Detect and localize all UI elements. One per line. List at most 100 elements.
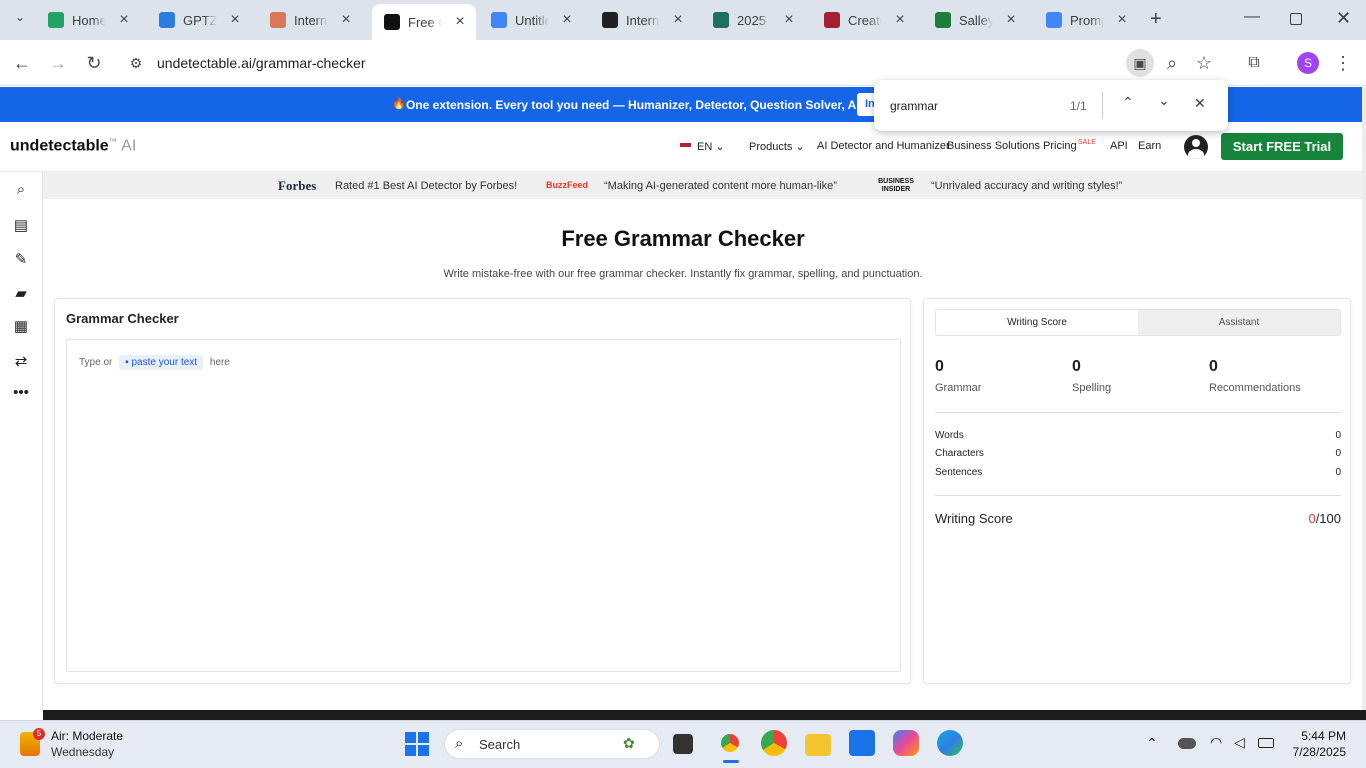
- clock-date[interactable]: 7/28/2025: [1280, 745, 1346, 759]
- url-text[interactable]: undetectable.ai/grammar-checker: [157, 55, 366, 71]
- back-icon[interactable]: ←: [8, 49, 36, 77]
- count-row-words: Words 0: [935, 430, 1341, 441]
- tab-label: Internship: [294, 12, 328, 28]
- close-window-button[interactable]: ✕: [1336, 8, 1351, 29]
- briefcase-icon[interactable]: ▰: [11, 284, 31, 304]
- business-insider-logo: BUSINESS INSIDER: [878, 178, 914, 193]
- calculator-icon[interactable]: ▦: [11, 317, 31, 337]
- forbes-logo: Forbes: [278, 178, 317, 193]
- nav-earn[interactable]: Earn: [1138, 140, 1161, 152]
- chrome-icon[interactable]: [761, 730, 787, 756]
- close-icon[interactable]: ×: [779, 11, 799, 29]
- tab-google-docs[interactable]: Untitled document ×: [479, 6, 583, 34]
- edit-pen-icon[interactable]: ✎: [11, 250, 31, 270]
- placeholder-post: here: [209, 357, 230, 368]
- tab-claude[interactable]: Internship ×: [258, 6, 362, 34]
- close-icon[interactable]: ×: [1001, 11, 1021, 29]
- tab-openai[interactable]: Internship ×: [590, 6, 694, 34]
- menu-icon[interactable]: ⋮: [1329, 49, 1357, 77]
- lang-selector[interactable]: EN ⌄: [680, 140, 725, 153]
- tab-gptzero[interactable]: GPTZero ×: [147, 6, 251, 34]
- translate-icon[interactable]: ⇄: [11, 352, 31, 372]
- battery-icon[interactable]: [1258, 738, 1274, 748]
- temple-icon: [824, 12, 840, 28]
- taskbar-active-indicator: [723, 760, 739, 763]
- profile-avatar[interactable]: S: [1297, 52, 1319, 74]
- close-icon[interactable]: ×: [225, 11, 245, 29]
- editor-heading: Grammar Checker: [66, 311, 179, 326]
- close-icon[interactable]: ✕: [1194, 95, 1206, 112]
- account-icon[interactable]: [1184, 135, 1208, 159]
- page-scrollbar[interactable]: [1362, 87, 1366, 710]
- find-input[interactable]: grammar: [890, 99, 938, 113]
- new-tab-button[interactable]: +: [1150, 8, 1162, 31]
- copilot-icon[interactable]: [893, 730, 919, 756]
- start-trial-button[interactable]: Start FREE Trial: [1221, 133, 1343, 160]
- reload-icon[interactable]: ↻: [80, 49, 108, 77]
- tab-writing-score[interactable]: Writing Score: [936, 310, 1138, 335]
- search-plant-icon: ✿: [623, 735, 635, 751]
- edge-icon[interactable]: [937, 730, 963, 756]
- profile-initial: S: [1303, 56, 1312, 70]
- nav-pricing[interactable]: Pricing: [1043, 140, 1077, 152]
- tab-coda[interactable]: 2025 Entries ×: [701, 6, 805, 34]
- close-icon[interactable]: ×: [450, 13, 470, 31]
- close-icon[interactable]: ×: [890, 11, 910, 29]
- clock-time[interactable]: 5:44 PM: [1290, 729, 1346, 743]
- restore-button[interactable]: [1290, 13, 1302, 25]
- tab-search-button[interactable]: ⌄: [8, 10, 32, 30]
- tab-google-drive[interactable]: Home - Google Drive ×: [36, 6, 140, 34]
- close-icon[interactable]: ×: [1112, 11, 1132, 29]
- text-editor[interactable]: Type or ▪ paste your text here: [66, 339, 901, 672]
- chrome-profile-icon[interactable]: [717, 730, 743, 756]
- taskbar-search[interactable]: ⌕ Search ✿: [444, 729, 660, 759]
- chevron-up-icon[interactable]: ⌃: [1122, 94, 1134, 111]
- weather-title[interactable]: Air: Moderate: [51, 729, 123, 743]
- tab-label: Internship: [626, 12, 660, 28]
- buzzfeed-logo: BuzzFeed: [546, 180, 589, 190]
- windows-start-icon[interactable]: [405, 732, 429, 756]
- site-info-icon[interactable]: ⚙: [122, 49, 150, 77]
- tab-leaf[interactable]: Salley K ×: [923, 6, 1027, 34]
- lens-icon[interactable]: ▣: [1126, 49, 1154, 77]
- nav-products[interactable]: Products ⌄: [749, 140, 805, 153]
- onedrive-icon[interactable]: [1178, 738, 1196, 749]
- placeholder-pre: Type or: [79, 357, 113, 368]
- spelling-label: Spelling: [1072, 382, 1112, 394]
- tab-assistant[interactable]: Assistant: [1138, 310, 1340, 335]
- forward-icon[interactable]: →: [44, 49, 72, 77]
- bookmark-star-icon[interactable]: ☆: [1190, 49, 1218, 77]
- tab-label: Home - Google Drive: [72, 12, 106, 28]
- chevron-up-icon[interactable]: ⌃: [1146, 735, 1158, 752]
- tool-sidebar: ⌕ ▤ ✎ ▰ ▦ ⇄ •••: [0, 172, 43, 710]
- lang-label: EN: [697, 141, 713, 153]
- ai-detector-icon[interactable]: ⌕: [11, 181, 31, 201]
- paste-text-button[interactable]: ▪ paste your text: [119, 355, 204, 370]
- chevron-down-icon: ⌄: [715, 141, 725, 153]
- count-row-sentences: Sentences 0: [935, 467, 1341, 478]
- count-row-characters: Characters 0: [935, 448, 1341, 459]
- nav-detector-humanizer[interactable]: AI Detector and Humanizer: [817, 140, 950, 152]
- file-explorer-icon[interactable]: [805, 734, 831, 756]
- buzzfeed-quote: “Making AI-generated content more human-…: [604, 180, 837, 192]
- tab-undetectable[interactable]: Free Grammar Checker ×: [372, 4, 476, 40]
- close-icon[interactable]: ×: [114, 11, 134, 29]
- zoom-icon[interactable]: ⌕: [1158, 49, 1186, 77]
- tab-google-docs[interactable]: Prompt ×: [1034, 6, 1138, 34]
- more-icon[interactable]: •••: [11, 384, 31, 404]
- wifi-icon[interactable]: ◠: [1210, 734, 1222, 751]
- close-icon[interactable]: ×: [336, 11, 356, 29]
- microsoft-store-icon[interactable]: [849, 730, 875, 756]
- chevron-down-icon[interactable]: ⌄: [1158, 92, 1170, 109]
- close-icon[interactable]: ×: [668, 11, 688, 29]
- site-logo[interactable]: undetectable™ AI: [10, 137, 136, 155]
- close-icon[interactable]: ×: [557, 11, 577, 29]
- minimize-button[interactable]: —: [1244, 8, 1260, 26]
- volume-icon[interactable]: ◁: [1234, 734, 1245, 751]
- nav-api[interactable]: API: [1110, 140, 1128, 152]
- openai-icon: [602, 12, 618, 28]
- nav-business[interactable]: Business Solutions: [947, 140, 1040, 152]
- tab-temple[interactable]: Create ×: [812, 6, 916, 34]
- task-view-icon[interactable]: [673, 734, 693, 754]
- extensions-icon[interactable]: ⧉: [1240, 49, 1268, 77]
